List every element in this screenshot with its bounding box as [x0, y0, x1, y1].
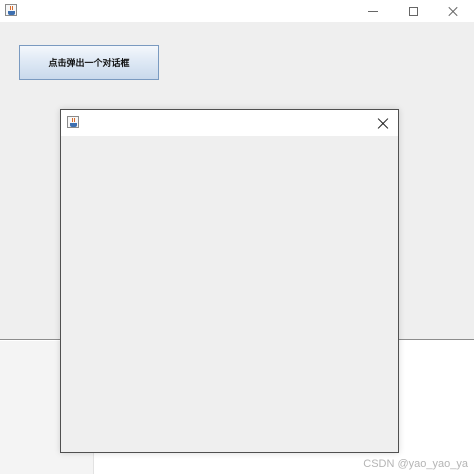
open-dialog-button[interactable]: 点击弹出一个对话框 — [19, 45, 159, 80]
dialog-close-icon[interactable] — [376, 116, 390, 130]
close-icon[interactable] — [436, 0, 470, 22]
java-icon — [67, 116, 79, 128]
minimize-icon[interactable] — [356, 0, 390, 22]
watermark: CSDN @yao_yao_ya — [363, 458, 468, 470]
main-titlebar — [0, 0, 474, 22]
maximize-icon[interactable] — [396, 0, 430, 22]
dialog-window — [60, 109, 399, 453]
java-icon — [5, 4, 17, 16]
dialog-titlebar — [61, 110, 398, 136]
